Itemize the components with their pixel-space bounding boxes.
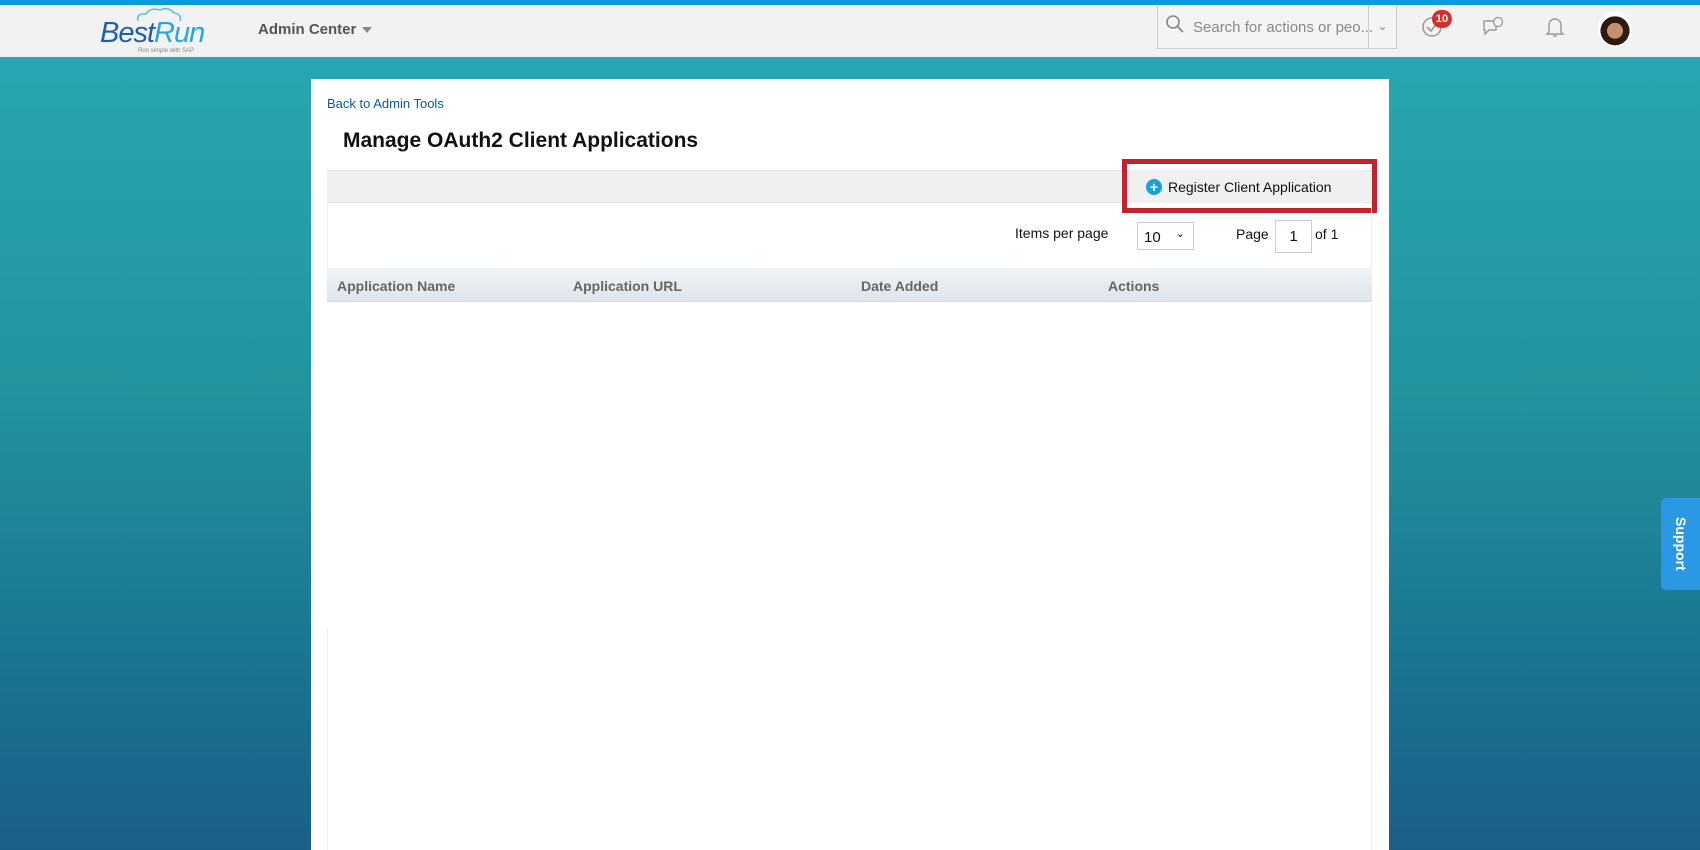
content-panel: Back to Admin Tools Manage OAuth2 Client… <box>311 79 1389 850</box>
module-label: Admin Center <box>258 21 357 38</box>
search-icon <box>1166 15 1184 33</box>
back-to-admin-tools-link[interactable]: Back to Admin Tools <box>327 96 444 111</box>
avatar[interactable] <box>1598 11 1632 47</box>
column-application-url[interactable]: Application URL <box>573 278 682 294</box>
shell-header: BestRun Run simple with SAP Admin Center… <box>0 5 1700 57</box>
table-header: Application Name Application URL Date Ad… <box>327 268 1372 302</box>
bell-icon[interactable] <box>1543 14 1567 40</box>
support-tab[interactable]: Support <box>1661 498 1700 590</box>
logo-run: Run <box>154 17 205 49</box>
table-border <box>327 627 328 850</box>
page-number-input[interactable] <box>1275 220 1312 253</box>
column-application-name[interactable]: Application Name <box>337 278 455 294</box>
items-per-page-label: Items per page <box>1015 225 1109 241</box>
global-search[interactable]: Search for actions or peo... ⌄ <box>1157 5 1397 49</box>
items-per-page-value: 10 <box>1144 229 1161 246</box>
search-dropdown-button[interactable]: ⌄ <box>1368 5 1396 48</box>
module-switcher[interactable]: Admin Center <box>258 21 373 38</box>
page-label: Page <box>1236 226 1269 242</box>
column-date-added[interactable]: Date Added <box>861 278 938 294</box>
chevron-down-icon: ⌄ <box>1377 19 1388 33</box>
page-count-label: of 1 <box>1315 226 1339 242</box>
notification-badge: 10 <box>1432 10 1452 28</box>
bestrun-logo[interactable]: BestRun Run simple with SAP <box>100 7 210 55</box>
chevron-down-icon: ⌄ <box>1175 228 1185 240</box>
items-per-page-select[interactable]: 10 ⌄ <box>1137 222 1194 250</box>
logo-best: Best <box>100 17 155 49</box>
table-body <box>327 302 1372 850</box>
caret-down-icon <box>362 27 373 34</box>
feedback-chat-icon[interactable] <box>1481 15 1505 39</box>
pagination-bar: Items per page <box>327 203 1372 267</box>
search-input[interactable]: Search for actions or peo... <box>1193 19 1373 36</box>
logo-word: BestRun <box>100 17 205 50</box>
page-title: Manage OAuth2 Client Applications <box>343 129 699 152</box>
column-actions: Actions <box>1108 278 1160 294</box>
logo-tagline: Run simple with SAP <box>138 48 195 54</box>
